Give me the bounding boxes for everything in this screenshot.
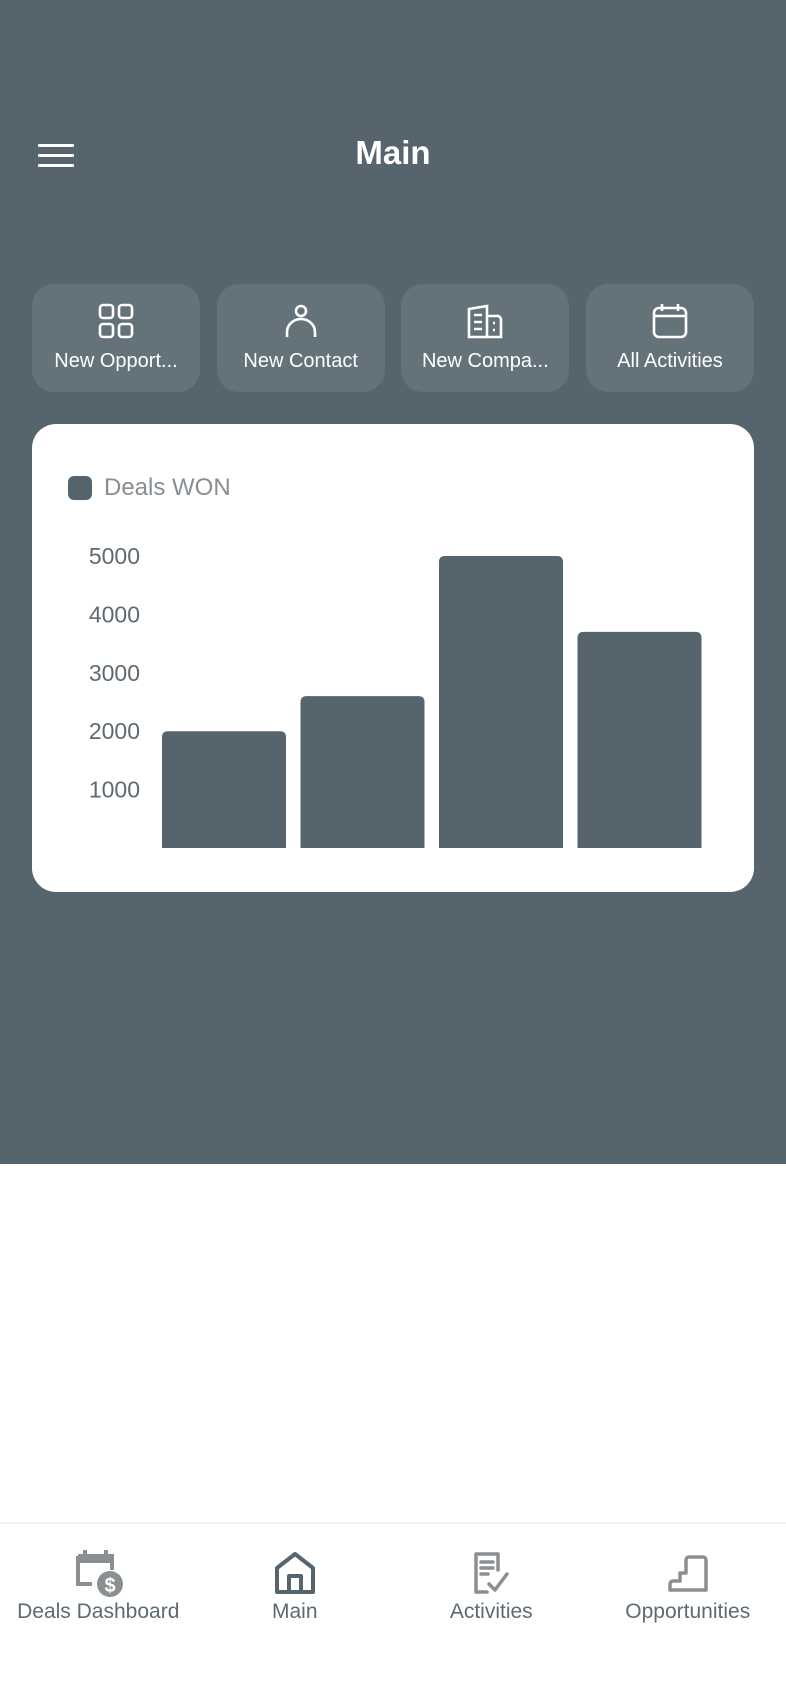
nav-item-deals-dashboard[interactable]: $ Deals Dashboard — [0, 1524, 197, 1632]
legend-swatch — [68, 476, 92, 500]
app-header: Main — [0, 120, 786, 192]
bar[interactable] — [300, 696, 425, 848]
nav-label-main: Main — [271, 1600, 318, 1623]
y-tick-label: 1000 — [89, 777, 140, 803]
y-tick-label: 5000 — [89, 543, 140, 569]
chart-legend: Deals WON — [68, 474, 231, 502]
nav-item-opportunities[interactable]: Opportunities — [590, 1524, 786, 1632]
legend-label: Deals WON — [104, 474, 231, 501]
new-opportunity-label: New Opport... — [54, 350, 178, 372]
main-screen-background: Main New Opport... New Contact New Compa… — [0, 0, 786, 1164]
new-contact-button[interactable]: New Contact — [216, 284, 385, 392]
person-icon — [285, 304, 316, 337]
all-activities-label: All Activities — [617, 350, 723, 372]
new-opportunity-button[interactable]: New Opport... — [32, 284, 200, 392]
quick-actions: New Opport... New Contact New Compa... A… — [32, 284, 754, 392]
nav-label-opportunities: Opportunities — [625, 1600, 751, 1623]
nav-label-activities: Activities — [449, 1600, 533, 1623]
new-company-button[interactable]: New Compa... — [401, 284, 570, 392]
grid-icon — [98, 303, 134, 339]
y-tick-label: 2000 — [89, 718, 140, 744]
calendar-dollar-icon: $ — [76, 1550, 124, 1597]
all-activities-button[interactable]: All Activities — [585, 284, 754, 392]
checklist-icon — [474, 1552, 509, 1594]
home-icon — [274, 1552, 315, 1594]
new-contact-label: New Contact — [243, 350, 358, 372]
building-icon — [468, 304, 503, 339]
nav-item-activities[interactable]: Activities — [393, 1524, 590, 1632]
bar[interactable] — [439, 556, 563, 848]
nav-label-deals-dashboard: Deals Dashboard — [17, 1600, 180, 1623]
stairs-icon — [668, 1555, 708, 1592]
new-company-label: New Compa... — [421, 350, 549, 372]
bar[interactable] — [577, 631, 702, 848]
calendar-icon — [652, 304, 688, 339]
y-tick-label: 3000 — [89, 660, 140, 686]
y-tick-label: 4000 — [89, 601, 140, 627]
page-title: Main — [355, 134, 431, 171]
bar[interactable] — [162, 731, 286, 848]
nav-item-main[interactable]: Main — [197, 1524, 394, 1632]
deals-won-chart-card: 1000 2000 3000 4000 5000 Deals WON — [32, 424, 754, 892]
bottom-navigation: $ Deals Dashboard Main Activities Opport… — [0, 1522, 786, 1632]
svg-text:$: $ — [105, 1575, 116, 1597]
